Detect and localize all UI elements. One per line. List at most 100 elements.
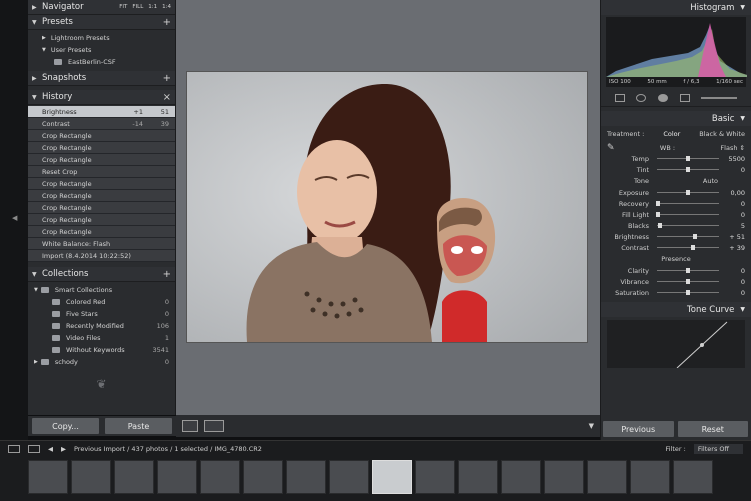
- history-item[interactable]: Crop Rectangle: [28, 142, 175, 154]
- filmstrip-thumbnail[interactable]: [114, 460, 154, 494]
- history-item[interactable]: Brightness +1 51: [28, 106, 175, 118]
- slider-knob[interactable]: [686, 268, 690, 273]
- slider-knob[interactable]: [690, 245, 695, 250]
- adjustment-brush-slider[interactable]: [701, 96, 738, 99]
- zoom-fit[interactable]: FIT: [119, 4, 127, 10]
- preset-folder-user[interactable]: ▼ User Presets: [28, 44, 175, 56]
- slider-track[interactable]: [657, 223, 719, 228]
- history-item[interactable]: Import (8.4.2014 10:22:52): [28, 250, 175, 262]
- filmstrip-breadcrumb[interactable]: Previous Import / 437 photos / 1 selecte…: [74, 445, 262, 453]
- filmstrip-thumbnail[interactable]: [501, 460, 541, 494]
- slider-value[interactable]: 0: [723, 166, 745, 174]
- slider-knob[interactable]: [686, 290, 690, 295]
- red-eye-tool-icon[interactable]: [657, 93, 668, 102]
- slider-value[interactable]: 0: [723, 289, 745, 297]
- add-preset-icon[interactable]: +: [163, 17, 171, 28]
- filmstrip-thumbnail[interactable]: [458, 460, 498, 494]
- collapse-triangle-icon[interactable]: ▼: [740, 306, 745, 313]
- basic-header[interactable]: Basic ▼: [601, 111, 751, 126]
- slider-knob[interactable]: [656, 201, 661, 206]
- slider-knob[interactable]: [686, 279, 690, 284]
- copy-button[interactable]: Copy...: [32, 418, 99, 434]
- presets-header[interactable]: ▼ Presets +: [28, 15, 175, 30]
- slider-track[interactable]: [656, 201, 719, 206]
- slider-value[interactable]: 5: [723, 222, 745, 230]
- loupe-view-icon[interactable]: [182, 420, 198, 432]
- slider-knob[interactable]: [656, 212, 661, 217]
- filmstrip-thumbnail[interactable]: [28, 460, 68, 494]
- filmstrip-thumbnail[interactable]: [157, 460, 197, 494]
- expand-triangle-icon[interactable]: ▶: [32, 75, 42, 82]
- history-item[interactable]: Crop Rectangle: [28, 130, 175, 142]
- previous-button[interactable]: Previous: [603, 421, 674, 437]
- zoom-1-1[interactable]: 1:1: [148, 4, 157, 10]
- treatment-color-option[interactable]: Color: [663, 130, 680, 138]
- graduated-filter-tool-icon[interactable]: [679, 93, 690, 102]
- slider-track[interactable]: [657, 167, 719, 172]
- collection-item[interactable]: Colored Red 0: [28, 296, 175, 308]
- filmstrip-thumbnail[interactable]: [200, 460, 240, 494]
- history-item[interactable]: Crop Rectangle: [28, 214, 175, 226]
- collection-item[interactable]: Recently Modified 106: [28, 320, 175, 332]
- slider-knob[interactable]: [686, 167, 690, 172]
- collapse-triangle-icon[interactable]: ▼: [32, 271, 42, 278]
- filter-select[interactable]: Filters Off: [693, 444, 743, 454]
- before-after-view-icon[interactable]: [204, 420, 224, 432]
- preset-folder-lightroom[interactable]: ▶ Lightroom Presets: [28, 32, 175, 44]
- slider-value[interactable]: + 51: [723, 233, 745, 241]
- slider-value[interactable]: + 39: [723, 244, 745, 252]
- slider-track[interactable]: [657, 290, 719, 295]
- slider-knob[interactable]: [686, 190, 690, 195]
- history-item[interactable]: Crop Rectangle: [28, 202, 175, 214]
- history-item[interactable]: Crop Rectangle: [28, 226, 175, 238]
- slider-value[interactable]: 0: [723, 200, 745, 208]
- slider-track[interactable]: [657, 156, 719, 161]
- collections-header[interactable]: ▼ Collections +: [28, 267, 175, 282]
- secondary-display-icon[interactable]: [28, 445, 40, 453]
- slider-track[interactable]: [657, 234, 719, 239]
- slider-track[interactable]: [657, 245, 719, 250]
- collapse-triangle-icon[interactable]: ▼: [32, 94, 42, 101]
- zoom-1-4[interactable]: 1:4: [162, 4, 171, 10]
- tone-curve-graph[interactable]: [607, 320, 745, 369]
- filmstrip-thumbnail[interactable]: [415, 460, 455, 494]
- zoom-fill[interactable]: FILL: [132, 4, 143, 10]
- forward-arrow-icon[interactable]: ▶: [61, 445, 66, 453]
- filmstrip-thumbnail[interactable]: [587, 460, 627, 494]
- filmstrip-thumbnail[interactable]: [544, 460, 584, 494]
- preset-eastberlin[interactable]: EastBerlin-CSF: [28, 56, 175, 68]
- slider-track[interactable]: [657, 190, 719, 195]
- slider-knob[interactable]: [693, 234, 698, 239]
- wb-eyedropper-icon[interactable]: ✎: [607, 143, 615, 153]
- collection-item[interactable]: Five Stars 0: [28, 308, 175, 320]
- clear-history-icon[interactable]: ×: [163, 92, 171, 103]
- history-item[interactable]: White Balance: Flash: [28, 238, 175, 250]
- wb-select[interactable]: Flash ⇕: [720, 144, 745, 152]
- paste-button[interactable]: Paste: [105, 418, 172, 434]
- slider-value[interactable]: 0: [723, 267, 745, 275]
- collapse-left-arrow-icon[interactable]: ◀: [12, 214, 17, 222]
- filmstrip-thumbnail[interactable]: [673, 460, 713, 494]
- history-header[interactable]: ▼ History ×: [28, 90, 175, 105]
- collapse-triangle-icon[interactable]: ▼: [740, 4, 745, 11]
- toolbar-menu-arrow-icon[interactable]: ▼: [589, 422, 594, 430]
- history-item[interactable]: Contrast -14 39: [28, 118, 175, 130]
- image-viewport[interactable]: [176, 0, 600, 415]
- grid-view-icon[interactable]: [8, 445, 20, 453]
- expand-triangle-icon[interactable]: ▶: [32, 4, 42, 11]
- spot-removal-tool-icon[interactable]: [636, 93, 647, 102]
- filmstrip-thumbnail[interactable]: [243, 460, 283, 494]
- smart-collections-folder[interactable]: ▼ Smart Collections: [28, 284, 175, 296]
- slider-value[interactable]: 5500: [723, 155, 745, 163]
- filmstrip-thumbnail-selected[interactable]: [372, 460, 412, 494]
- slider-track[interactable]: [657, 279, 719, 284]
- slider-track[interactable]: [656, 212, 719, 217]
- slider-value[interactable]: 0: [723, 211, 745, 219]
- snapshots-header[interactable]: ▶ Snapshots +: [28, 71, 175, 86]
- slider-track[interactable]: [657, 268, 719, 273]
- history-item[interactable]: Reset Crop: [28, 166, 175, 178]
- auto-tone-button[interactable]: Auto: [703, 175, 718, 187]
- history-item[interactable]: Crop Rectangle: [28, 190, 175, 202]
- filmstrip-thumbnail[interactable]: [630, 460, 670, 494]
- histogram[interactable]: ISO 100 50 mm f / 6,3 1/160 sec: [606, 17, 747, 87]
